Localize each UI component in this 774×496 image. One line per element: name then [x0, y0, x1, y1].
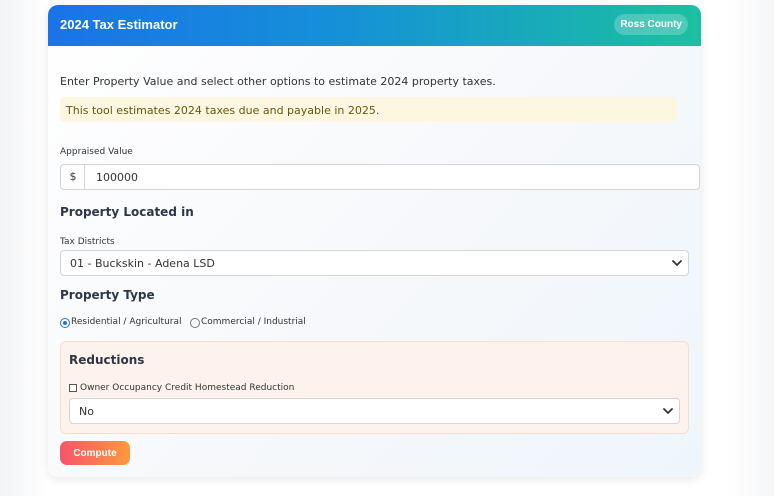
- selected-district: 01 - Buckskin - Adena LSD: [70, 257, 215, 270]
- property-type-title: Property Type: [60, 288, 155, 302]
- reductions-title: Reductions: [69, 353, 145, 367]
- county-badge: Ross County: [614, 14, 688, 35]
- tax-estimator-card: 2024 Tax Estimator Ross County Enter Pro…: [48, 5, 701, 477]
- radio-commercial-label[interactable]: Commercial / Industrial: [201, 317, 306, 327]
- radio-commercial-icon[interactable]: [190, 318, 200, 328]
- appraised-value-group: $: [60, 164, 700, 190]
- currency-prefix: $: [60, 164, 85, 190]
- owner-occupancy-selected: No: [79, 405, 94, 418]
- chevron-down-icon: [672, 260, 682, 266]
- card-header: 2024 Tax Estimator Ross County: [48, 5, 701, 46]
- property-located-title: Property Located in: [60, 205, 194, 219]
- page-title: 2024 Tax Estimator: [60, 17, 178, 32]
- notice-banner: This tool estimates 2024 taxes due and p…: [60, 97, 677, 122]
- intro-text: Enter Property Value and select other op…: [60, 75, 496, 88]
- chevron-down-icon: [663, 408, 673, 414]
- radio-residential-label[interactable]: Residential / Agricultural: [71, 317, 182, 327]
- owner-occupancy-checkbox-icon[interactable]: [69, 384, 77, 392]
- appraised-value-input[interactable]: [84, 164, 700, 190]
- radio-residential-icon[interactable]: [60, 318, 70, 328]
- reductions-panel: Reductions Owner Occupancy Credit Homest…: [60, 341, 689, 434]
- appraised-value-label: Appraised Value: [60, 147, 133, 157]
- owner-occupancy-label[interactable]: Owner Occupancy Credit Homestead Reducti…: [80, 383, 294, 393]
- owner-occupancy-select[interactable]: No: [69, 398, 680, 424]
- tax-districts-label: Tax Districts: [60, 237, 115, 247]
- tax-districts-select[interactable]: 01 - Buckskin - Adena LSD: [60, 250, 689, 276]
- compute-button[interactable]: Compute: [60, 441, 130, 465]
- notice-text: This tool estimates 2024 taxes due and p…: [66, 104, 380, 117]
